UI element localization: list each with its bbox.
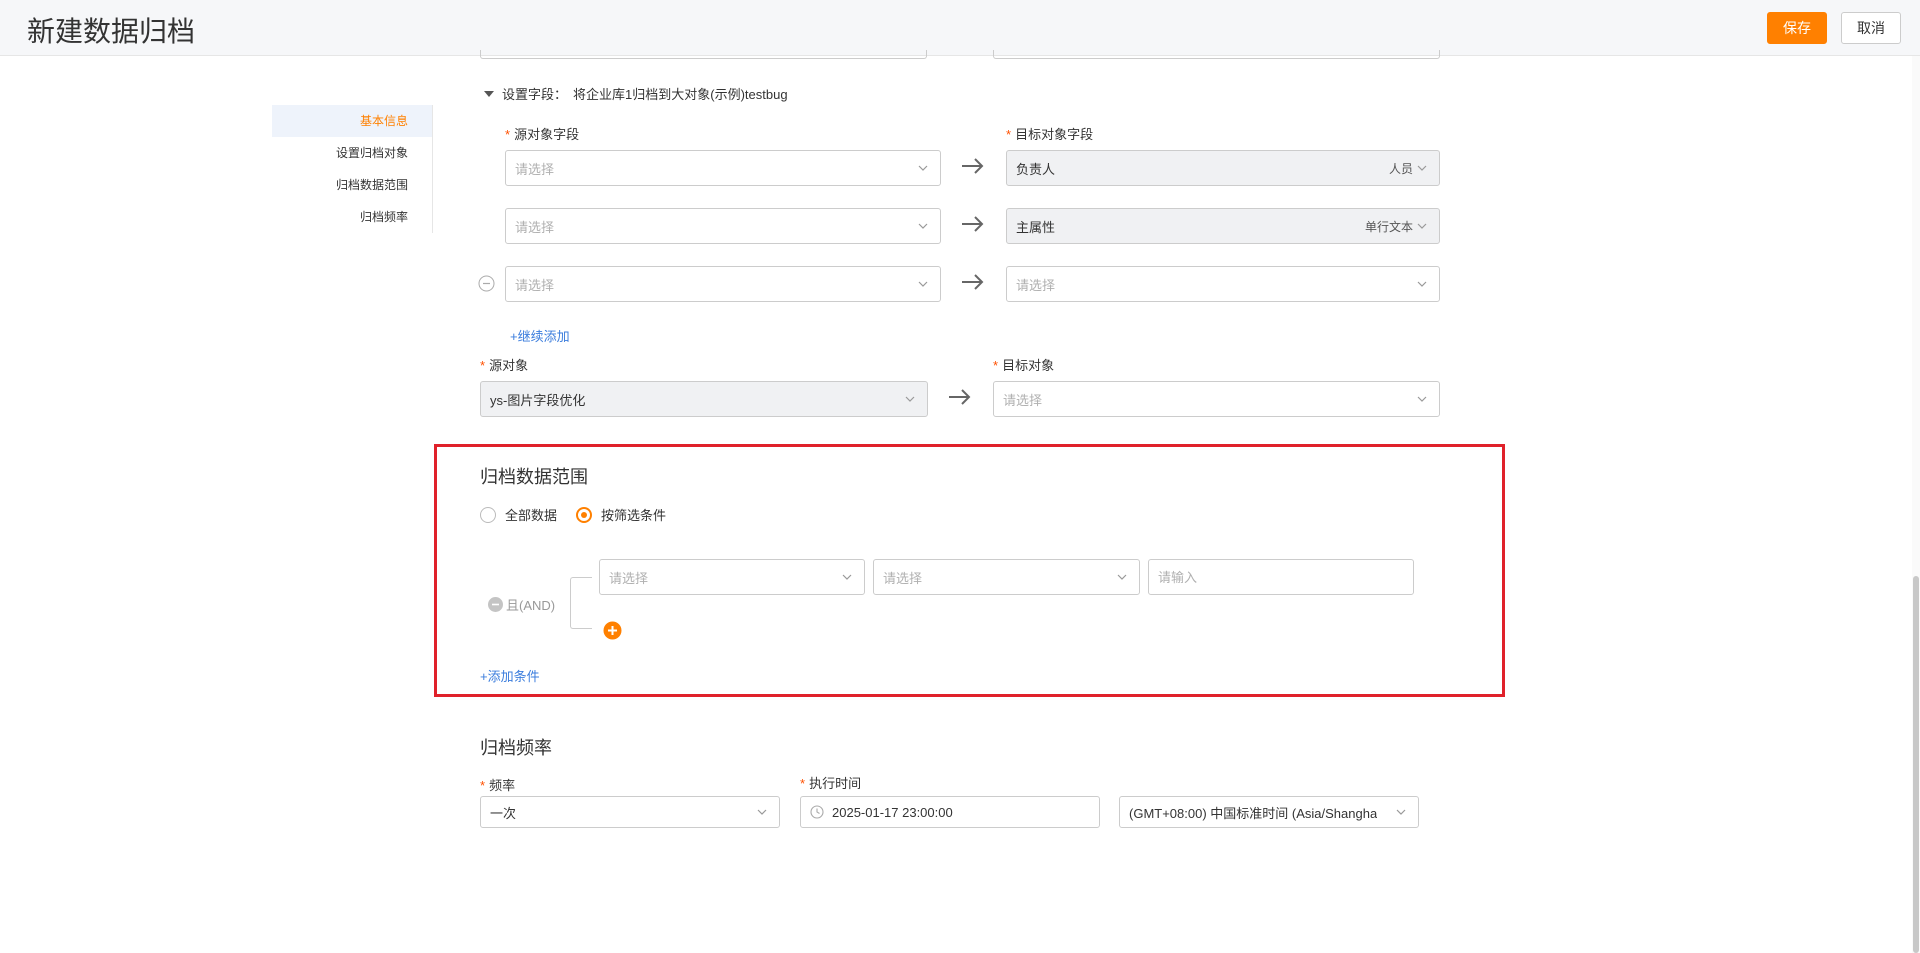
source-field-select-1[interactable]: 请选择 — [505, 150, 941, 186]
nav-item-archive-range[interactable]: 归档数据范围 — [272, 169, 432, 201]
target-object-select[interactable]: 请选择 — [993, 381, 1440, 417]
page-scrollbar-thumb[interactable] — [1913, 576, 1919, 953]
section-nav: 基本信息 设置归档对象 归档数据范围 归档频率 — [272, 105, 433, 233]
radio-circle — [576, 506, 592, 523]
chevron-down-icon — [916, 219, 930, 233]
target-field-select-2[interactable]: 主属性 单行文本 — [1006, 208, 1440, 244]
chevron-down-icon — [1415, 161, 1429, 175]
and-group-toggle[interactable]: 且(AND) — [488, 595, 555, 614]
radio-filter-condition[interactable]: 按筛选条件 — [576, 505, 666, 524]
chevron-down-icon — [1394, 805, 1408, 819]
cut-off-input-right — [993, 50, 1440, 59]
chevron-down-icon — [916, 161, 930, 175]
and-logic-label: 且(AND) — [506, 598, 556, 613]
frequency-label: * 频率 — [480, 778, 516, 793]
timezone-select[interactable]: (GMT+08:00) 中国标准时间 (Asia/Shangha — [1119, 796, 1419, 828]
chevron-down-icon — [1415, 392, 1429, 406]
condition-value-input[interactable] — [1148, 559, 1414, 595]
arrow-right-icon — [962, 158, 984, 174]
source-field-label: * 源对象字段 — [505, 127, 580, 142]
minus-circle-icon — [488, 597, 503, 612]
target-field-select-1[interactable]: 负责人 人员 — [1006, 150, 1440, 186]
field-settings-subtitle: 将企业库1归档到大对象(示例)testbug — [573, 87, 788, 102]
execution-time-picker[interactable]: 2025-01-17 23:00:00 — [800, 796, 1100, 828]
nav-item-archive-frequency[interactable]: 归档频率 — [272, 201, 432, 233]
chevron-down-icon — [1415, 277, 1429, 291]
nav-item-basic-info[interactable]: 基本信息 — [272, 105, 432, 137]
add-subcondition-icon[interactable] — [603, 621, 622, 640]
target-field-label: * 目标对象字段 — [1006, 127, 1094, 142]
field-settings-toggle[interactable]: 设置字段： 将企业库1归档到大对象(示例)testbug — [484, 84, 788, 103]
field-settings-title: 设置字段： — [502, 87, 568, 102]
continue-add-link[interactable]: +继续添加 — [510, 326, 570, 345]
source-field-select-2[interactable]: 请选择 — [505, 208, 941, 244]
caret-down-icon — [484, 90, 494, 97]
and-group-bracket — [570, 577, 592, 629]
radio-all-data[interactable]: 全部数据 — [480, 505, 557, 524]
arrow-right-icon — [962, 274, 984, 290]
add-condition-link[interactable]: +添加条件 — [480, 666, 540, 685]
source-object-select[interactable]: ys-图片字段优化 — [480, 381, 928, 417]
radio-circle — [480, 506, 496, 523]
execution-time-label: * 执行时间 — [800, 776, 862, 791]
chevron-down-icon — [1115, 570, 1129, 584]
target-object-label: * 目标对象 — [993, 358, 1055, 373]
condition-field-select[interactable]: 请选择 — [599, 559, 865, 595]
chevron-down-icon — [916, 277, 930, 291]
clock-icon — [810, 805, 824, 819]
page-title: 新建数据归档 — [27, 16, 196, 47]
target-field-select-3[interactable]: 请选择 — [1006, 266, 1440, 302]
chevron-down-icon — [1415, 219, 1429, 233]
page-scrollbar-track[interactable] — [1912, 56, 1920, 953]
page-header: 新建数据归档 保存 取消 — [0, 0, 1920, 56]
arrow-right-icon — [949, 389, 971, 405]
chevron-down-icon — [755, 805, 769, 819]
save-button[interactable]: 保存 — [1767, 12, 1827, 44]
frequency-select[interactable]: 一次 — [480, 796, 780, 828]
chevron-down-icon — [903, 392, 917, 406]
remove-row-icon[interactable] — [478, 275, 495, 292]
condition-operator-select[interactable]: 请选择 — [873, 559, 1140, 595]
cut-off-input-left — [480, 50, 927, 59]
nav-item-archive-object[interactable]: 设置归档对象 — [272, 137, 432, 169]
source-object-label: * 源对象 — [480, 358, 529, 373]
arrow-right-icon — [962, 216, 984, 232]
frequency-section-title: 归档频率 — [480, 738, 552, 758]
cancel-button[interactable]: 取消 — [1841, 12, 1901, 44]
chevron-down-icon — [840, 570, 854, 584]
range-section-title: 归档数据范围 — [480, 467, 588, 487]
source-field-select-3[interactable]: 请选择 — [505, 266, 941, 302]
